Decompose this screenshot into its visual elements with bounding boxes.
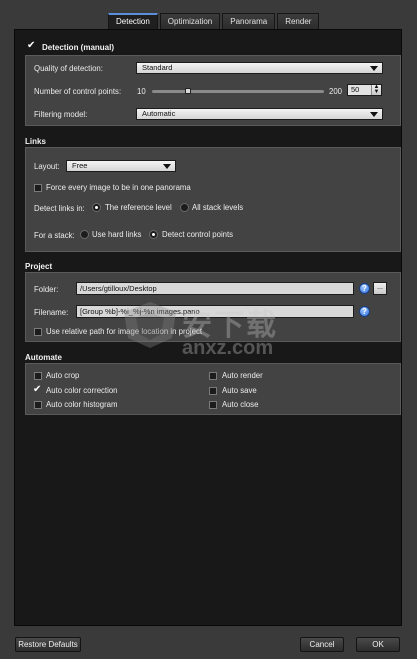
control-points-label: Number of control points: — [34, 87, 122, 96]
chevron-down-icon — [370, 66, 378, 71]
detect-control-points-radio[interactable] — [149, 230, 158, 239]
reference-level-radio[interactable] — [92, 203, 101, 212]
auto-color-histogram-label: Auto color histogram — [46, 400, 118, 409]
quality-select[interactable]: Standard — [136, 62, 383, 74]
restore-defaults-button[interactable]: Restore Defaults — [15, 637, 81, 652]
slider-min-label: 10 — [137, 87, 146, 96]
folder-help-icon[interactable]: ? — [359, 283, 370, 294]
chevron-down-icon — [163, 164, 171, 169]
auto-crop-label: Auto crop — [46, 371, 80, 380]
auto-color-correction-label: Auto color correction — [46, 386, 118, 395]
tab-panorama[interactable]: Panorama — [222, 13, 276, 30]
hard-links-radio[interactable] — [80, 230, 89, 239]
quality-label: Quality of detection: — [34, 64, 103, 73]
detection-group: Quality of detection: Standard Number of… — [25, 55, 401, 126]
stepper-arrows-icon[interactable]: ▲ ▼ — [371, 84, 381, 95]
tab-bar: Detection Optimization Panorama Render — [108, 13, 320, 30]
detection-header: Detection (manual) — [42, 43, 115, 52]
auto-render-checkbox[interactable] — [209, 372, 217, 380]
auto-render-label: Auto render — [222, 371, 263, 380]
folder-field[interactable]: /Users/gtilloux/Desktop — [76, 282, 354, 295]
stack-label: For a stack: — [34, 231, 75, 240]
folder-label: Folder: — [34, 285, 59, 294]
filename-help-icon[interactable]: ? — [359, 306, 370, 317]
tab-render[interactable]: Render — [277, 13, 320, 30]
auto-crop-checkbox[interactable] — [34, 372, 42, 380]
force-one-panorama-checkbox[interactable] — [34, 184, 42, 192]
chevron-down-icon — [370, 112, 378, 117]
links-group: Layout: Free Force every image to be in … — [25, 147, 401, 252]
detect-links-label: Detect links in: — [34, 204, 85, 213]
auto-close-checkbox[interactable] — [209, 401, 217, 409]
auto-save-checkbox[interactable] — [209, 387, 217, 395]
auto-save-label: Auto save — [222, 386, 257, 395]
hard-links-label: Use hard links — [92, 230, 142, 239]
detection-manual-checkbox[interactable]: ✔ — [27, 41, 35, 51]
shield-icon — [124, 302, 176, 348]
control-points-slider[interactable] — [152, 90, 324, 93]
auto-color-histogram-checkbox[interactable] — [34, 401, 42, 409]
automate-group: Auto crop ✔ Auto color correction Auto c… — [25, 363, 401, 415]
all-stack-levels-radio[interactable] — [180, 203, 189, 212]
tab-optimization[interactable]: Optimization — [159, 13, 221, 30]
detect-control-points-label: Detect control points — [162, 230, 234, 239]
slider-thumb[interactable] — [185, 88, 192, 94]
control-points-value: 50 — [351, 85, 360, 94]
layout-select[interactable]: Free — [66, 160, 176, 172]
control-points-stepper[interactable]: 50 ▲ ▼ — [347, 84, 382, 96]
force-one-panorama-label: Force every image to be in one panorama — [46, 183, 191, 192]
relative-path-checkbox[interactable] — [34, 328, 42, 336]
filtering-label: Filtering model: — [34, 110, 88, 119]
browse-button[interactable]: ... — [373, 282, 387, 295]
cancel-button[interactable]: Cancel — [300, 637, 344, 652]
auto-color-correction-checkbox[interactable]: ✔ — [33, 385, 41, 395]
layout-value: Free — [72, 161, 88, 170]
layout-label: Layout: — [34, 162, 60, 171]
filtering-select[interactable]: Automatic — [136, 108, 383, 120]
watermark-text: anxz.com — [182, 337, 274, 359]
slider-max-label: 200 — [329, 87, 343, 96]
auto-close-label: Auto close — [222, 400, 259, 409]
automate-title: Automate — [25, 353, 62, 362]
all-stack-levels-label: All stack levels — [192, 203, 244, 212]
project-title: Project — [25, 262, 53, 271]
watermark-logo — [120, 300, 180, 350]
filtering-value: Automatic — [142, 109, 176, 118]
filename-label: Filename: — [34, 308, 69, 317]
ok-button[interactable]: OK — [356, 637, 400, 652]
tab-detection[interactable]: Detection — [108, 13, 158, 30]
links-title: Links — [25, 137, 46, 146]
quality-value: Standard — [142, 63, 173, 72]
reference-level-label: The reference level — [105, 203, 172, 212]
